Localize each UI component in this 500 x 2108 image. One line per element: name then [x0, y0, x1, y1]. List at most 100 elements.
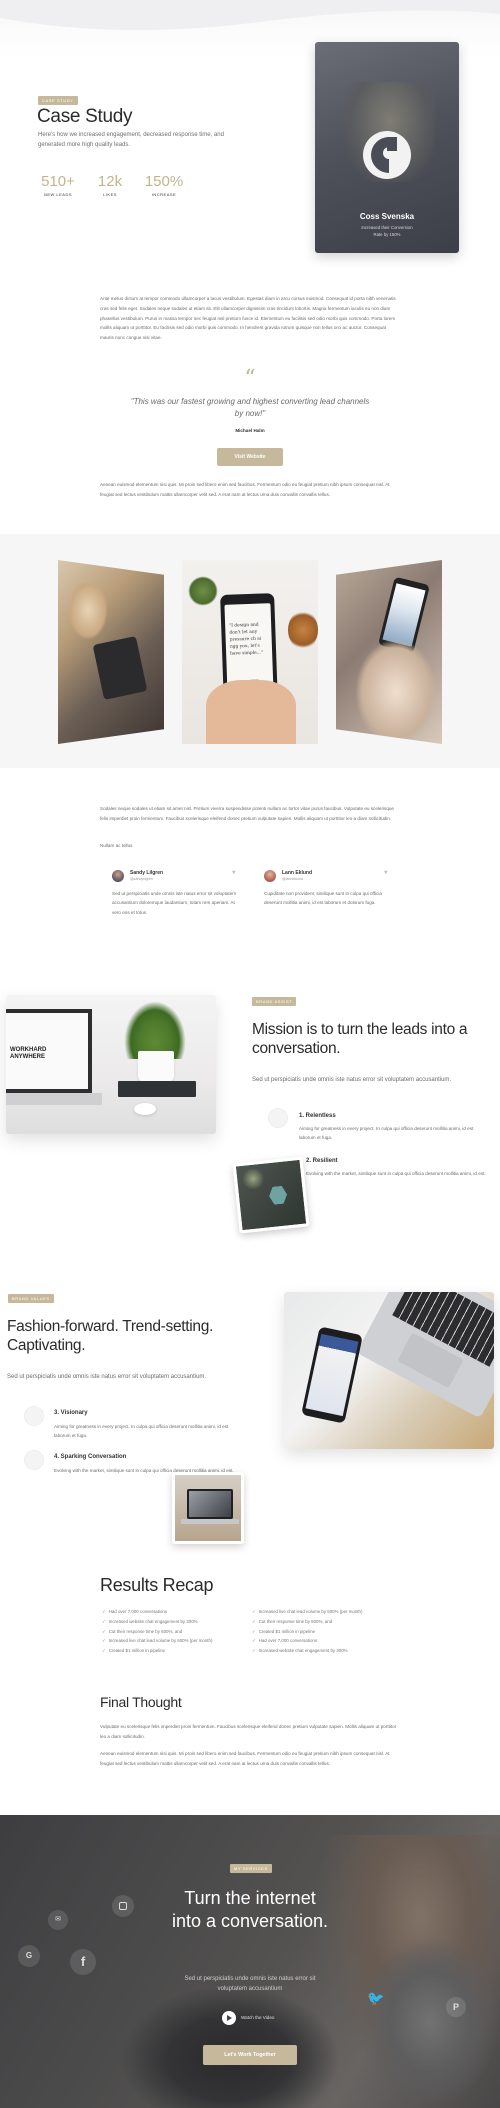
stat-label: NEW LEADS	[43, 192, 73, 197]
reviewer-handle: @sandylilgren	[130, 877, 153, 881]
cta-title: Turn the internet into a conversation.	[171, 1888, 329, 1931]
result-item: ✓ Cut their response time by 600%, and	[102, 1628, 183, 1634]
person-shape	[356, 640, 436, 744]
review-text: Sed ut perspiciatis unde omnis iste natu…	[112, 891, 237, 915]
visit-website-button[interactable]: Visit Website	[217, 448, 283, 466]
result-item: ✓ Increased website chat engagement by 30…	[102, 1618, 198, 1624]
laptop-shape	[356, 1292, 494, 1419]
twitter-icon[interactable]: 🐦	[366, 1988, 386, 2008]
results-list-left: ✓ Had over 7,000 conversations ✓ Increased…	[102, 1607, 247, 1656]
check-icon: ✓	[102, 1618, 106, 1624]
sparking-conversation-icon	[24, 1450, 44, 1470]
hero-wave	[0, 0, 500, 31]
result-item: ✓ Created $1 million in pipeline	[102, 1648, 166, 1654]
final-paragraph-1: Vulputate eu scelerisque felis imperdiet…	[100, 1724, 397, 1739]
result-item: ✓ Increased live chat lead volume by 600%…	[102, 1638, 213, 1644]
stat-value: 510+	[41, 173, 75, 190]
gallery-image-right	[336, 560, 442, 744]
plant-shape	[240, 1167, 267, 1190]
fashion-item-text: Aiming for greatness in every project. I…	[54, 1424, 229, 1439]
result-item: ✓ Created $1 million in pipeline	[252, 1628, 316, 1634]
check-icon: ✓	[102, 1648, 106, 1654]
gallery-image-left	[58, 560, 164, 744]
final-title: Final Thought	[100, 1694, 182, 1710]
reviews-small: Nullam ac tellus	[100, 843, 133, 848]
email-icon[interactable]: ✉	[48, 1910, 68, 1930]
stat-increase: 150% INCREASE	[142, 173, 186, 197]
result-item: ✓ Cut their response time by 600%, and	[252, 1618, 333, 1624]
mission-item-title: 2. Resilient	[306, 1158, 338, 1164]
stat-label: INCREASE	[151, 192, 177, 197]
play-video-button[interactable]	[222, 2011, 236, 2025]
pot-shape	[138, 1051, 174, 1083]
reviewer-name: Sandy Lilgren	[130, 870, 164, 876]
intro-paragraph: Ante metus dictum at tempor commodo ulla…	[100, 296, 396, 341]
fashion-item-title: 3. Visionary	[54, 1410, 88, 1416]
play-icon	[227, 2015, 232, 2021]
facebook-icon[interactable]: f	[70, 1949, 96, 1975]
instagram-glyph	[119, 1902, 127, 1910]
review-card: Lann Eklund @lanneklund ♥ Cupiditate non…	[256, 862, 396, 932]
mission-small-image	[232, 1156, 310, 1234]
hexagon-shape	[268, 1185, 288, 1205]
check-icon: ✓	[252, 1648, 256, 1654]
visionary-icon	[24, 1406, 44, 1426]
phone-screen	[305, 1333, 359, 1417]
relentless-icon	[268, 1108, 288, 1128]
hero-card: Coss Svenska Increased their Conversion …	[315, 42, 459, 253]
instagram-icon[interactable]	[112, 1895, 134, 1917]
google-icon[interactable]: G	[18, 1945, 40, 1967]
hero-title: Case Study	[37, 106, 133, 127]
hero-stats: 510+ NEW LEADS 12k LIKES 150% INCREASE	[38, 173, 198, 203]
phone-screen-text: "I design and don't let any pressure ch …	[229, 622, 264, 657]
mouse-shape	[134, 1103, 156, 1115]
book-shape	[118, 1081, 196, 1097]
avatar	[264, 870, 276, 882]
result-item: ✓ Increased live chat lead volume by 600%…	[252, 1609, 363, 1614]
gallery-image-center: "I design and don't let any pressure ch …	[182, 560, 318, 744]
stat-new-leads: 510+ NEW LEADS	[38, 173, 78, 197]
watch-video-label[interactable]: Watch the Video	[241, 2015, 274, 2020]
stat-likes: 12k LIKES	[92, 173, 128, 197]
final-paragraph-2: Aenean euismod elementum nisi quis. Mi p…	[100, 1751, 390, 1766]
results-title: Results Recap	[100, 1575, 214, 1595]
heart-icon[interactable]: ♥	[384, 870, 388, 876]
fashion-small-image	[172, 1472, 244, 1544]
check-icon: ✓	[102, 1638, 106, 1644]
stat-value: 150%	[144, 173, 184, 190]
mission-image: WORKHARD ANYWHERE	[6, 995, 216, 1134]
testimonial-quote: "This was our fastest growing and highes…	[130, 397, 370, 418]
check-icon: ✓	[102, 1609, 106, 1614]
check-icon: ✓	[252, 1618, 256, 1624]
mission-item-text: Aiming for greatness in every project. I…	[299, 1126, 474, 1141]
check-icon: ✓	[252, 1638, 256, 1644]
pinterest-icon[interactable]: P	[446, 1997, 466, 2017]
check-icon: ✓	[252, 1609, 256, 1614]
mission-item-text: Evolving with the market, similique sunt…	[306, 1171, 486, 1176]
check-icon: ✓	[252, 1628, 256, 1634]
mission-badge: BRAND ASSIST	[252, 997, 297, 1006]
cta-subtitle: Sed ut perspiciatis unde omnis iste natu…	[184, 1976, 316, 1992]
heart-icon[interactable]: ♥	[232, 870, 236, 876]
result-item: ✓ Had over 7,000 conversations	[102, 1609, 168, 1614]
hero-card-name: Coss Svenska	[359, 212, 415, 221]
reviewer-name: Lann Eklund	[282, 870, 312, 876]
phone-screen	[382, 583, 426, 647]
laptop-screen: WORKHARD ANYWHERE	[6, 1009, 92, 1093]
result-item: ✓ Had over 7,000 conversations	[252, 1638, 318, 1644]
stat-label: LIKES	[103, 192, 117, 197]
intro-paragraph-2: Aenean euismod elementum nisi quis. Mi p…	[100, 482, 390, 497]
mug-shape	[288, 610, 318, 650]
quote-mark-icon: “	[244, 366, 256, 391]
mission-item-title: 1. Relentless	[299, 1113, 336, 1119]
laptop-screen	[189, 1491, 231, 1517]
stat-value: 12k	[97, 173, 123, 190]
fashion-image	[284, 1292, 494, 1449]
hero-card-line2: Rate by 150%	[373, 232, 401, 237]
lets-work-together-button[interactable]: Let's Work Together	[203, 2045, 297, 2065]
hero-card-line1: Increased their Conversion	[361, 225, 413, 230]
phone-device	[301, 1326, 363, 1424]
fashion-item-title: 4. Sparking Conversation	[54, 1454, 127, 1460]
testimonial-author: Michael Halm	[235, 428, 265, 433]
check-icon: ✓	[102, 1628, 106, 1634]
